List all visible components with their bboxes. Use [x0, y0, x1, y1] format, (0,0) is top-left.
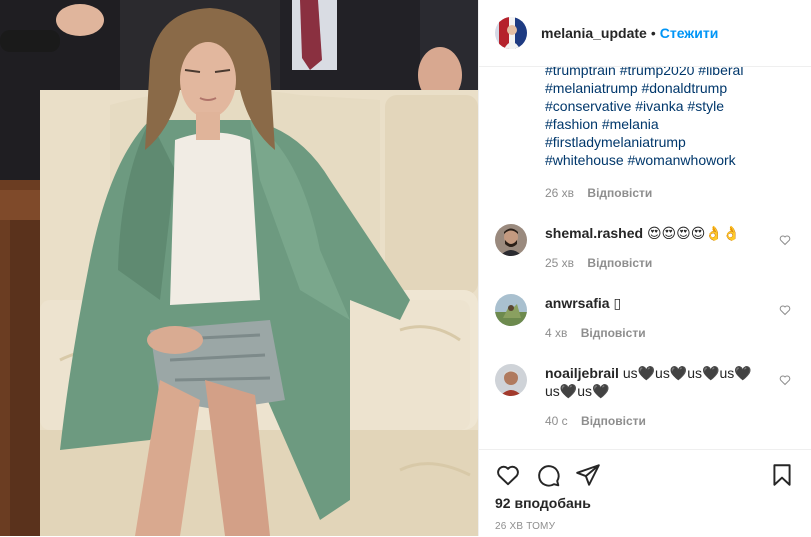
comment-username[interactable]: anwrsafia: [545, 295, 610, 311]
comment-time: 4 хв: [545, 326, 568, 340]
commenter-avatar-image: [495, 364, 527, 396]
author-avatar-image: [495, 17, 527, 49]
bookmark-icon[interactable]: [769, 462, 795, 488]
commenter-avatar-image: [495, 294, 527, 326]
comments-section[interactable]: #trumptrain #trump2020 #liberal #melania…: [479, 67, 811, 449]
post-side-panel: melania_update • Стежити #trumptrain #tr…: [478, 0, 811, 537]
comment-time: 25 хв: [545, 256, 575, 270]
post-photo-illustration: [0, 0, 478, 536]
commenter-avatar[interactable]: [495, 294, 527, 326]
caption-meta: 26 хв Відповісти: [545, 184, 795, 202]
speech-bubble-icon[interactable]: [535, 462, 561, 488]
header-separator: •: [650, 25, 656, 41]
comment-meta: 25 хв Відповісти: [545, 254, 765, 272]
author-username[interactable]: melania_update: [541, 25, 647, 41]
caption-hashtags-line[interactable]: #whitehouse #womanwhowork: [545, 151, 795, 169]
comment-reply-button[interactable]: Відповісти: [581, 326, 646, 340]
comment-like-icon[interactable]: [779, 374, 791, 386]
comment-reply-button[interactable]: Відповісти: [587, 256, 652, 270]
caption-hashtags-line[interactable]: #fashion #melania: [545, 115, 795, 133]
comment-like-icon[interactable]: [779, 234, 791, 246]
comment-username[interactable]: noailjebrail: [545, 365, 619, 381]
comment-meta: 4 хв Відповісти: [545, 324, 765, 342]
comment-username[interactable]: shemal.rashed: [545, 225, 643, 241]
caption-reply-button[interactable]: Відповісти: [587, 186, 652, 200]
commenter-avatar[interactable]: [495, 364, 527, 396]
commenter-avatar-image: [495, 224, 527, 256]
comment-body: anwrsafia ▯ 4 хв Відповісти: [545, 294, 765, 342]
author-avatar[interactable]: [495, 17, 527, 49]
post-time-ago[interactable]: 26 ХВ ТОМУ: [495, 521, 555, 532]
caption-hashtags-line[interactable]: #melaniatrump #donaldtrump: [545, 79, 795, 97]
post-header: melania_update • Стежити: [479, 0, 811, 67]
post-caption: #trumptrain #trump2020 #liberal #melania…: [545, 67, 795, 202]
caption-time: 26 хв: [545, 186, 575, 200]
commenter-avatar[interactable]: [495, 224, 527, 256]
caption-hashtags-line[interactable]: #conservative #ivanka #style: [545, 97, 795, 115]
comment-reply-button[interactable]: Відповісти: [581, 414, 646, 428]
heart-outline-icon[interactable]: [495, 462, 521, 488]
caption-hashtags-line[interactable]: #trumptrain #trump2020 #liberal: [545, 67, 795, 79]
post-actions: 92 вподобань 26 ХВ ТОМУ: [479, 449, 811, 537]
paper-plane-icon[interactable]: [575, 462, 601, 488]
comment-time: 40 с: [545, 414, 568, 428]
comment-body: noailjebrail us🖤us🖤us🖤us🖤us🖤us🖤 40 с Від…: [545, 364, 765, 430]
comment-text: ▯: [613, 295, 622, 311]
comment-meta: 40 с Відповісти: [545, 412, 765, 430]
caption-hashtags-line[interactable]: #firstladymelaniatrump: [545, 133, 795, 151]
comment-text: 😍😍😍😍👌👌: [646, 225, 741, 241]
comment-like-icon[interactable]: [779, 304, 791, 316]
instagram-post: melania_update • Стежити #trumptrain #tr…: [0, 0, 811, 537]
likes-count[interactable]: 92 вподобань: [495, 495, 591, 511]
post-photo[interactable]: [0, 0, 478, 536]
follow-button[interactable]: Стежити: [660, 25, 719, 41]
comment-body: shemal.rashed 😍😍😍😍👌👌 25 хв Відповісти: [545, 224, 765, 272]
